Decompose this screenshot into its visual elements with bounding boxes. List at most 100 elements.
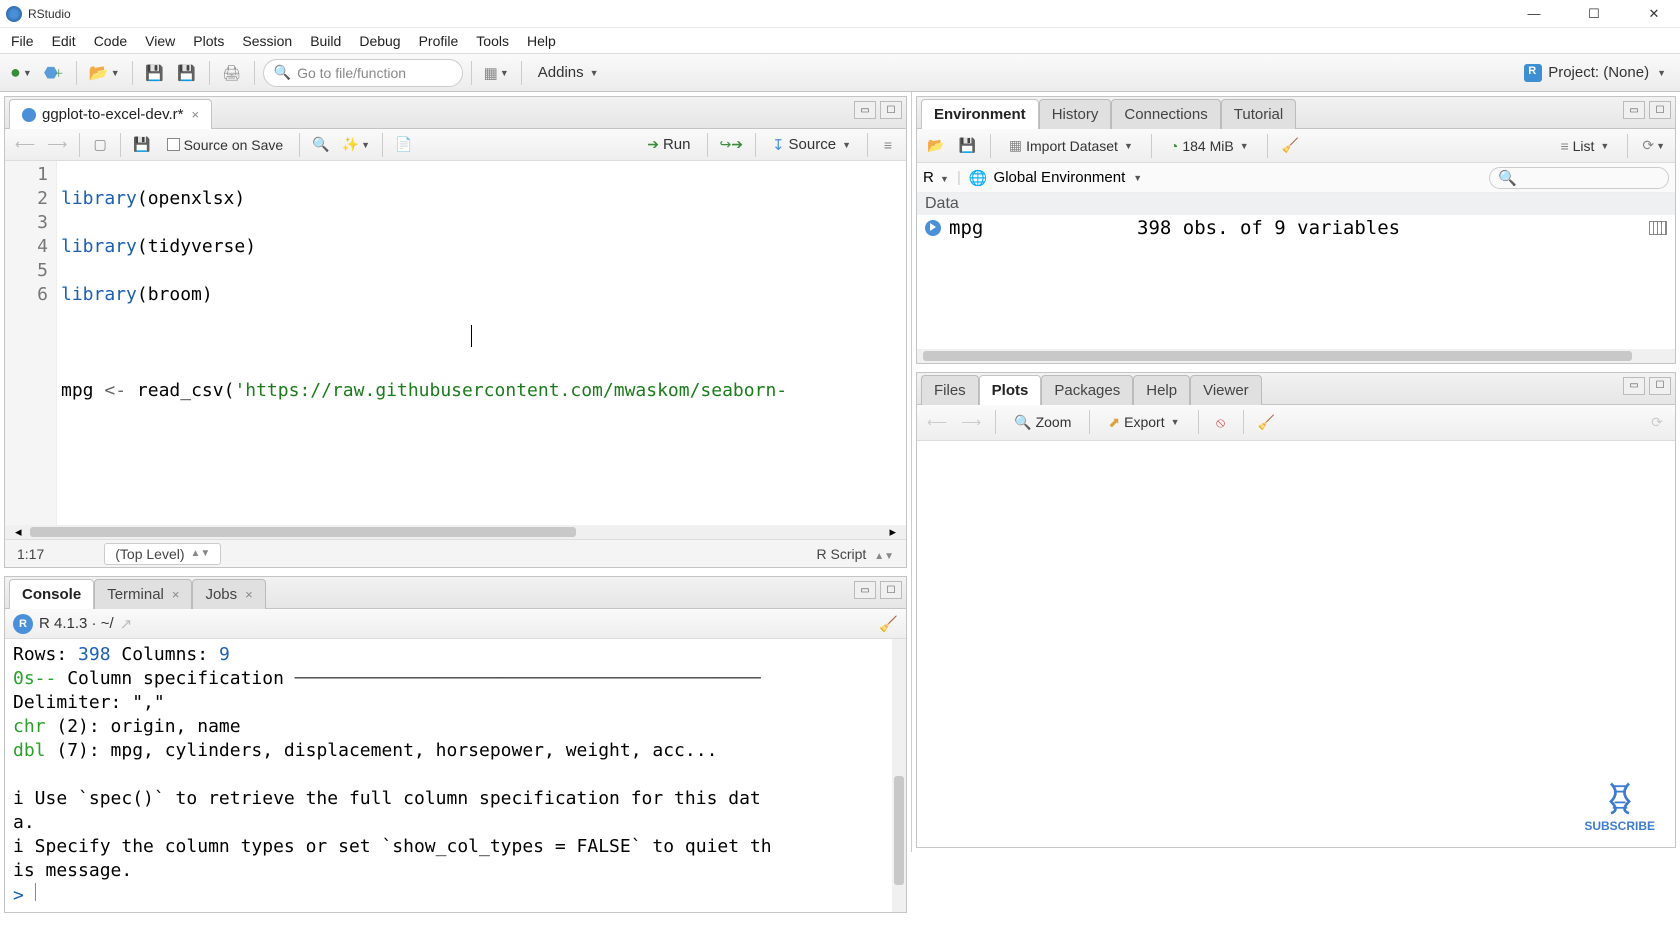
nav-back-button[interactable]: ⟵ [11, 133, 39, 157]
tab-plots[interactable]: Plots [979, 375, 1042, 405]
save-button[interactable]: 💾 [141, 59, 169, 87]
print-button[interactable]: 🖨 [218, 59, 246, 87]
tab-terminal[interactable]: Terminal× [94, 579, 192, 609]
save-all-button[interactable]: 💾 [173, 59, 201, 87]
plot-prev-button[interactable]: ⟵ [923, 410, 951, 434]
menu-edit[interactable]: Edit [43, 30, 85, 52]
save-file-button[interactable]: 💾 [129, 133, 154, 157]
zoom-button[interactable]: 🔍 Zoom [1006, 410, 1079, 434]
grid-button[interactable]: ▦▼ [480, 59, 513, 87]
tab-environment[interactable]: Environment [921, 99, 1039, 129]
pane-minimize-button[interactable]: ▭ [1623, 377, 1645, 395]
view-table-button[interactable] [1649, 221, 1667, 235]
scope-selector[interactable]: (Top Level) ▲▼ [104, 543, 221, 565]
notebook-button[interactable]: 📄 [391, 133, 416, 157]
tab-viewer[interactable]: Viewer [1190, 375, 1262, 405]
pane-minimize-button[interactable]: ▭ [854, 101, 876, 119]
menu-profile[interactable]: Profile [410, 30, 468, 52]
import-dataset-button[interactable]: ▦ Import Dataset ▼ [1001, 134, 1141, 158]
pane-minimize-button[interactable]: ▭ [1623, 101, 1645, 119]
popout-icon[interactable]: ↗ [120, 615, 133, 633]
scrollbar-thumb[interactable] [30, 527, 576, 537]
menu-session[interactable]: Session [233, 30, 301, 52]
addins-menu[interactable]: Addins ▼ [530, 59, 607, 87]
tab-history[interactable]: History [1039, 99, 1112, 129]
refresh-button[interactable]: ⟳▼ [1638, 134, 1669, 158]
window-title: RStudio [28, 7, 71, 21]
language-selector[interactable]: R Script ▲▼ [817, 546, 894, 562]
console-tabrow: Console Terminal× Jobs× ▭ ☐ [5, 577, 906, 609]
project-menu[interactable]: Project: (None) ▼ [1524, 64, 1674, 82]
tab-tutorial[interactable]: Tutorial [1221, 99, 1296, 129]
menu-file[interactable]: File [2, 30, 43, 52]
env-row[interactable]: mpg 398 obs. of 9 variables [917, 215, 1675, 241]
tab-connections[interactable]: Connections [1111, 99, 1220, 129]
pane-maximize-button[interactable]: ☐ [1649, 101, 1671, 119]
source-on-save-checkbox[interactable]: Source on Save [159, 133, 292, 157]
pane-maximize-button[interactable]: ☐ [1649, 377, 1671, 395]
show-in-new-window-button[interactable]: ▢ [88, 133, 112, 157]
source-button[interactable]: ↧ Source ▼ [764, 133, 859, 157]
tab-files[interactable]: Files [921, 375, 979, 405]
language-label: R Script [817, 546, 867, 562]
editor-hscrollbar[interactable]: ◂▸ [5, 525, 906, 539]
tab-packages[interactable]: Packages [1041, 375, 1133, 405]
open-file-button[interactable]: 📂▼ [85, 59, 124, 87]
close-button[interactable]: ✕ [1634, 4, 1674, 24]
scrollbar-thumb[interactable] [894, 776, 904, 885]
import-icon: ▦ [1009, 137, 1022, 154]
code-editor[interactable]: 123456 library(openxlsx) library(tidyver… [5, 161, 906, 525]
env-var-value: 398 obs. of 9 variables [1137, 217, 1641, 239]
magic-wand-button[interactable]: ✨▼ [338, 133, 374, 157]
clear-plots-button[interactable]: 🧹 [1254, 410, 1279, 434]
clear-console-button[interactable]: 🧹 [879, 615, 898, 633]
list-view-button[interactable]: ≡ List ▼ [1552, 134, 1617, 158]
env-scope-selector[interactable]: 🌐 Global Environment ▼ [969, 169, 1142, 187]
export-button[interactable]: ⬈ Export ▼ [1100, 410, 1187, 434]
console-output[interactable]: Rows: 398 Columns: 9 0s-- Column specifi… [5, 639, 906, 912]
menu-build[interactable]: Build [301, 30, 350, 52]
nav-forward-button[interactable]: ⟶ [43, 133, 71, 157]
menu-help[interactable]: Help [518, 30, 565, 52]
memory-button[interactable]: ◔ 184 MiB ▼ [1162, 134, 1257, 158]
load-workspace-button[interactable]: 📂 [923, 134, 948, 158]
plot-next-button[interactable]: ⟶ [957, 410, 985, 434]
save-workspace-button[interactable]: 💾 [954, 134, 979, 158]
new-file-button[interactable]: ●▼ [6, 59, 36, 87]
pane-maximize-button[interactable]: ☐ [880, 581, 902, 599]
pane-minimize-button[interactable]: ▭ [854, 581, 876, 599]
close-tab-button[interactable]: × [245, 587, 253, 602]
env-search-input[interactable]: 🔍 [1489, 167, 1669, 189]
source-file-tab[interactable]: ggplot-to-excel-dev.r* × [9, 99, 212, 129]
run-button[interactable]: ➔ Run [639, 133, 698, 157]
tab-console[interactable]: Console [9, 579, 94, 609]
menu-plots[interactable]: Plots [184, 30, 233, 52]
env-toolbar: 📂 💾 ▦ Import Dataset ▼ ◔ 184 MiB ▼ 🧹 [917, 129, 1675, 163]
env-hscrollbar[interactable] [917, 349, 1675, 363]
scope-label: (Top Level) [115, 546, 184, 562]
remove-plot-button[interactable]: ⦸ [1209, 410, 1233, 434]
env-lang-selector[interactable]: R ▼ [923, 169, 949, 186]
find-button[interactable]: 🔍 [308, 133, 333, 157]
tab-jobs[interactable]: Jobs× [192, 579, 265, 609]
tab-help[interactable]: Help [1133, 375, 1190, 405]
menu-tools[interactable]: Tools [467, 30, 518, 52]
minimize-button[interactable]: — [1514, 4, 1554, 24]
clear-workspace-button[interactable]: 🧹 [1278, 134, 1303, 158]
console-vscrollbar[interactable] [892, 639, 906, 912]
maximize-button[interactable]: ☐ [1574, 4, 1614, 24]
menu-code[interactable]: Code [85, 30, 136, 52]
pane-maximize-button[interactable]: ☐ [880, 101, 902, 119]
new-project-button[interactable]: ⬣＋ [40, 59, 68, 87]
code-text[interactable]: library(openxlsx) library(tidyverse) lib… [57, 161, 906, 525]
expand-icon[interactable] [925, 220, 941, 236]
menu-debug[interactable]: Debug [350, 30, 409, 52]
menu-view[interactable]: View [136, 30, 184, 52]
rerun-button[interactable]: ↪➔ [716, 133, 747, 157]
outline-button[interactable]: ≡ [876, 133, 900, 157]
close-tab-button[interactable]: × [191, 107, 199, 122]
refresh-plot-button[interactable]: ⟳ [1645, 410, 1669, 434]
close-tab-button[interactable]: × [172, 587, 180, 602]
scrollbar-thumb[interactable] [923, 351, 1632, 361]
goto-file-input[interactable]: 🔍 Go to file/function [263, 59, 463, 87]
